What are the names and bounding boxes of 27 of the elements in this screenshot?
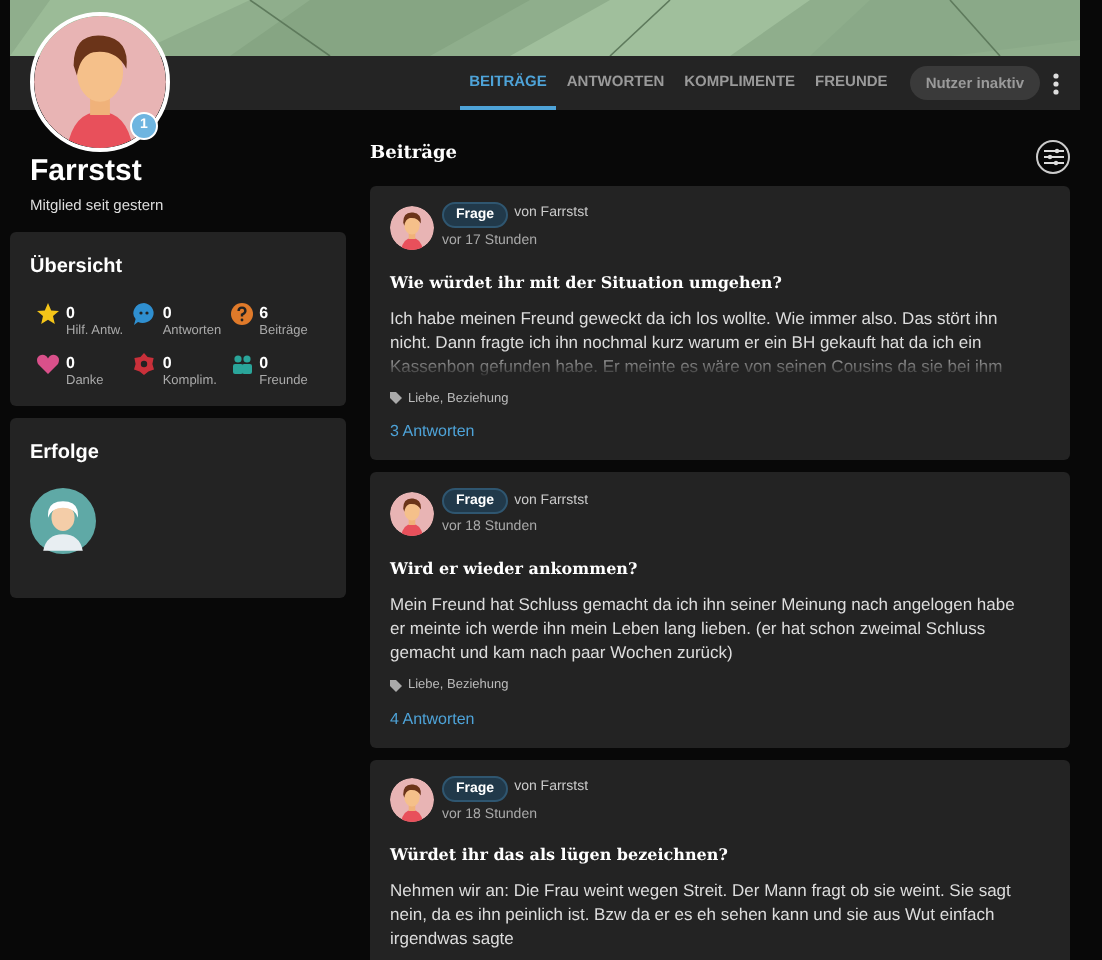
profile-name: Farrstst [30, 154, 144, 190]
answers-link[interactable]: 4 Antworten [390, 707, 1050, 731]
stat-value: 6 [259, 302, 271, 324]
post-title[interactable]: Wie würdet ihr mit der Situation umgehen? [390, 269, 1050, 293]
more-icon[interactable] [1052, 71, 1060, 95]
post-body: Nehmen wir an: Die Frau weint wegen Streit. Der Mann fragt ob sie weint. Sie sagt nein, da es ihn peinlich ist. Bzw da er es eh sehen kann und sie aus Wut einfach irgendwas sagte [390, 878, 1013, 950]
stat-value: 0 [66, 352, 77, 374]
author-avatar [390, 492, 434, 536]
post-body: Ich habe meinen Freund geweckt da ich los wollte. Wie immer also. Das stört ihn nicht. Dann fragte ich ihn nochmal kurz warum er ein BH gekauft hat da ich ein Kassenbon gefunden habe. Er meinte es wäre von seinen Cousins da sie bei ihm [390, 305, 1005, 377]
stat-value: 0 [259, 352, 271, 374]
stat-value: 0 [162, 352, 174, 374]
post-title[interactable]: Wird er wieder ankommen? [390, 555, 1050, 580]
tag-icon [390, 392, 402, 405]
author-avatar [390, 205, 434, 250]
tag-icon [390, 679, 402, 692]
stat-value: 0 [162, 302, 174, 325]
filter-button[interactable] [1036, 139, 1070, 173]
post-title[interactable]: Würdet ihr das als lügen bezeichnen? [390, 842, 1050, 866]
stat-value: 0 [66, 302, 77, 324]
card-title: Erfolge [30, 440, 101, 469]
author-avatar [390, 778, 434, 823]
sliders-icon [1043, 147, 1063, 165]
card-title: Übersicht [30, 253, 125, 283]
post-body: Mein Freund hat Schluss gemacht da ich ihn seiner Meinung nach angelogen habe er meinte ich werde ihn mein Leben lang lieben. (er hat schon zweimal Schluss gemacht und kam nach paar Wochen zurück) [390, 591, 1017, 664]
section-title: Beiträge [370, 142, 458, 169]
answers-link[interactable]: 3 Antworten [390, 420, 1050, 445]
achievement-icon [30, 488, 96, 555]
